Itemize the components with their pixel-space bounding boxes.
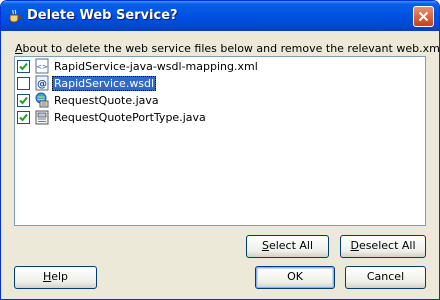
help-button[interactable]: Help bbox=[14, 266, 97, 289]
title-bar[interactable]: Delete Web Service? bbox=[1, 1, 439, 31]
svg-text:@: @ bbox=[37, 79, 47, 90]
coffee-cup-icon bbox=[9, 9, 22, 23]
xml-file-icon: <> bbox=[35, 58, 49, 74]
java-interface-icon bbox=[35, 110, 49, 125]
list-item[interactable]: @ RapidService.wsdl bbox=[15, 75, 425, 92]
delete-web-service-dialog: Delete Web Service? About to delete the … bbox=[0, 0, 440, 300]
list-item[interactable]: RequestQuote.java bbox=[15, 92, 425, 109]
checkmark-icon bbox=[19, 96, 28, 105]
list-item[interactable]: <> RapidService-java-wsdl-mapping.xml bbox=[15, 58, 425, 75]
file-name: RequestQuote.java bbox=[54, 94, 159, 107]
checkmark-icon bbox=[19, 113, 28, 122]
checkmark-icon bbox=[19, 62, 28, 71]
instruction-label: About to delete the web service files be… bbox=[15, 42, 440, 55]
wsdl-file-icon: @ bbox=[35, 75, 49, 91]
list-item[interactable]: RequestQuotePortType.java bbox=[15, 109, 425, 126]
checkbox[interactable] bbox=[17, 77, 30, 90]
cancel-button[interactable]: Cancel bbox=[345, 266, 426, 289]
checkbox[interactable] bbox=[17, 60, 30, 73]
java-class-icon bbox=[35, 92, 49, 108]
svg-text:<>: <> bbox=[36, 63, 48, 71]
close-icon bbox=[418, 11, 429, 22]
deselect-all-button[interactable]: Deselect All bbox=[340, 235, 426, 258]
checkbox[interactable] bbox=[17, 94, 30, 107]
file-list[interactable]: <> RapidService-java-wsdl-mapping.xml @ … bbox=[14, 56, 426, 226]
ok-button[interactable]: OK bbox=[255, 266, 335, 289]
file-name: RapidService.wsdl bbox=[52, 76, 157, 91]
file-name: RequestQuotePortType.java bbox=[54, 111, 206, 124]
dialog-title: Delete Web Service? bbox=[27, 8, 178, 23]
close-button[interactable] bbox=[413, 6, 434, 27]
checkbox[interactable] bbox=[17, 111, 30, 124]
file-name: RapidService-java-wsdl-mapping.xml bbox=[54, 60, 258, 73]
select-all-button[interactable]: Select All bbox=[246, 235, 329, 258]
